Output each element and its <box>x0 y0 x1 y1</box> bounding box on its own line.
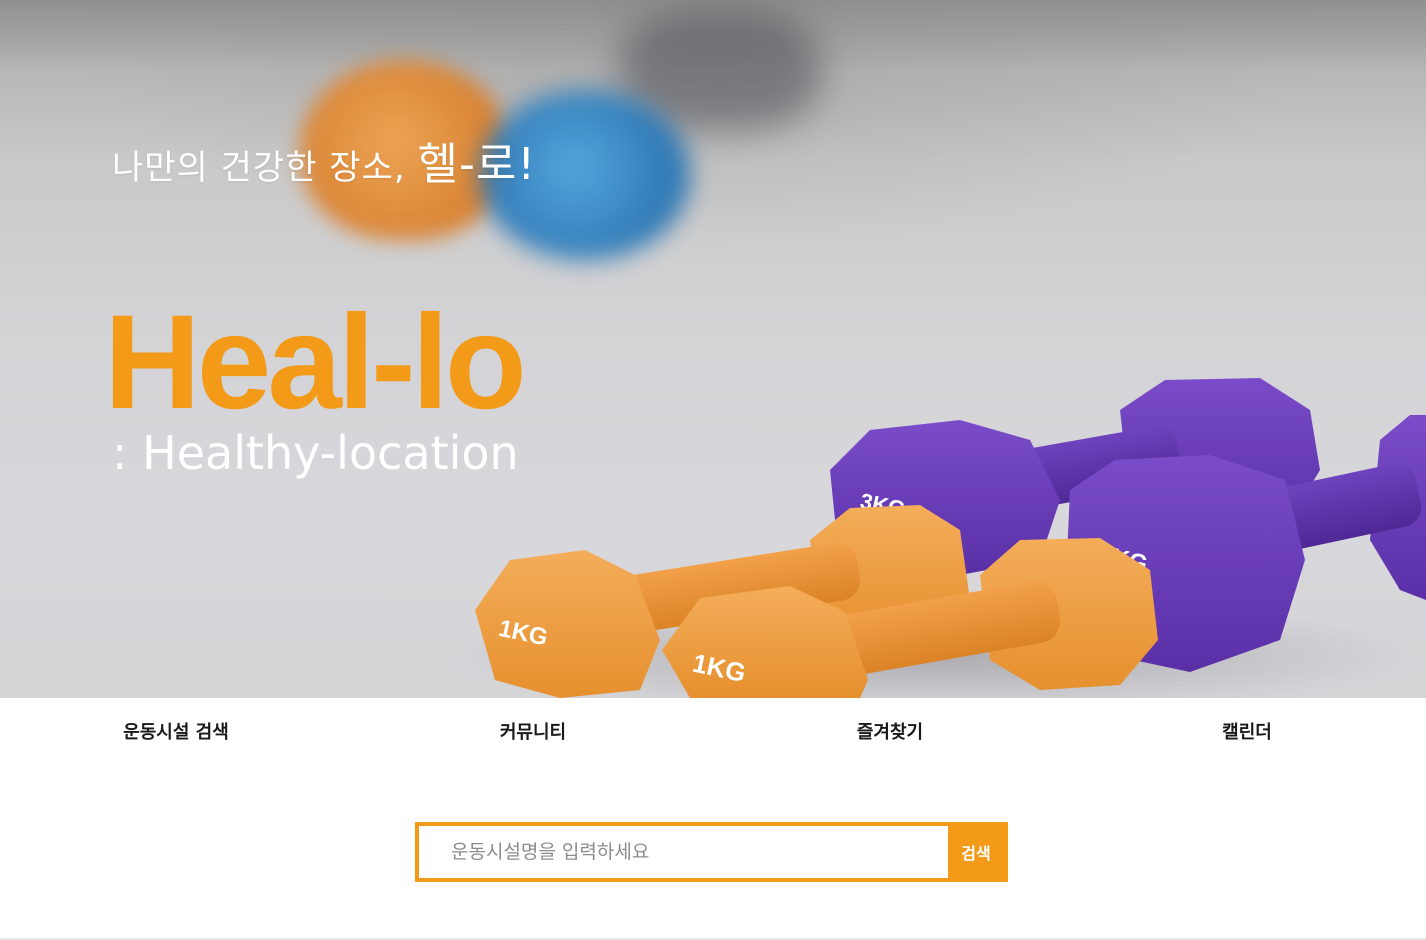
search-button[interactable]: 검색 <box>948 826 1004 878</box>
nav-item-facility-search[interactable]: 운동시설 검색 <box>123 718 229 744</box>
main-navigation: 운동시설 검색 커뮤니티 즐겨찾기 캘린더 <box>0 698 1426 768</box>
hero-tagline: 나만의 건강한 장소, 헬-로! <box>112 128 536 192</box>
facility-search-form: 검색 <box>415 822 1008 882</box>
hero-tagline-emphasis: 헬-로! <box>417 139 536 190</box>
hero-banner: 3KG 3KG 1KG 1KG 나만의 건강한 장소, 헬-로! Heal-lo… <box>0 0 1426 698</box>
nav-item-calendar[interactable]: 캘린더 <box>1222 718 1272 744</box>
nav-item-community[interactable]: 커뮤니티 <box>500 718 566 744</box>
facility-search-input[interactable] <box>419 826 948 878</box>
nav-item-favorites[interactable]: 즐겨찾기 <box>857 718 923 744</box>
hero-tagline-text: 나만의 건강한 장소, <box>112 148 418 188</box>
site-logo-subtitle: : Healthy-location <box>112 426 519 480</box>
site-logo-title: Heal-lo <box>104 288 527 437</box>
